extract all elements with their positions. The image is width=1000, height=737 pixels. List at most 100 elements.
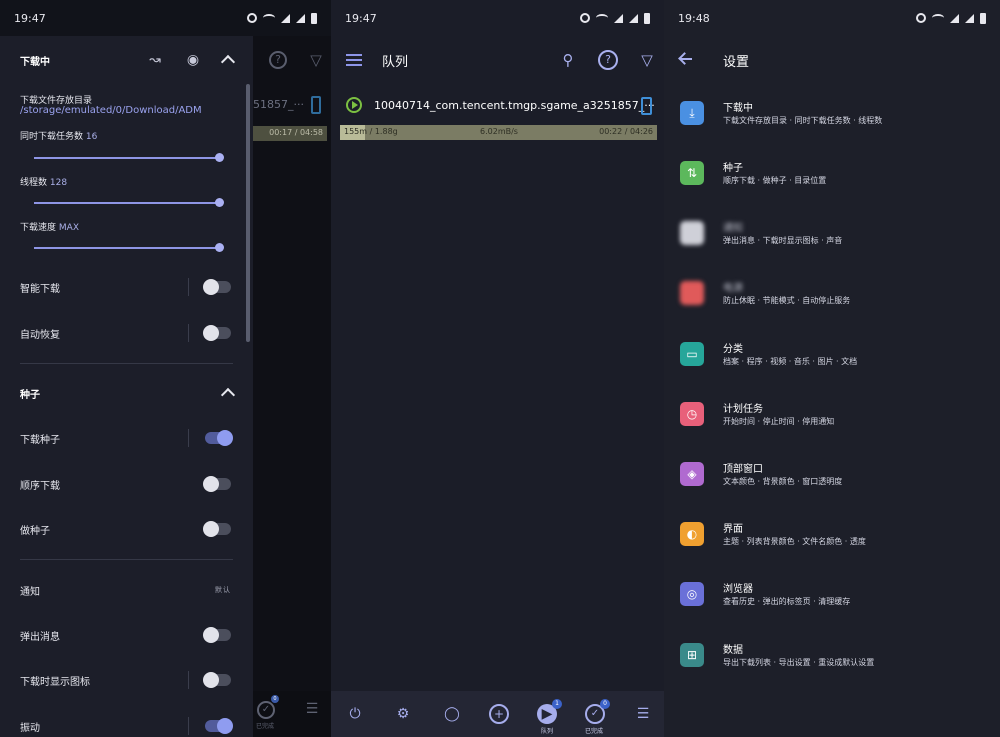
folder-icon: ▭ [680,342,704,366]
speed-slider[interactable] [34,243,224,252]
notify-row[interactable]: 通知 默认 [20,579,231,601]
storage-path[interactable]: /storage/emulated/0/Download/ADM [20,105,202,116]
play-icon[interactable] [346,97,362,113]
toggle-row-smart-download[interactable]: 智能下载 [20,276,231,298]
toggle-switch[interactable] [203,476,231,492]
section-title: 种子 [20,389,40,401]
signal-icon-2 [965,13,974,23]
settings-item-title: 计划任务 [723,404,763,415]
toggle-row-sequential[interactable]: 顺序下载 [20,473,231,495]
settings-item-subtitle: 开始时间 · 停止时间 · 停用通知 [723,417,835,426]
filter-icon: ▽ [310,51,322,69]
settings-item[interactable]: ◎ 浏览器 查看历史 · 弹出的标签页 · 清理缓存 [664,579,1000,639]
status-bar: 19:47 [0,0,331,36]
queue-item[interactable]: 10040714_com.tencent.tmgp.sgame_a3251857… [331,92,664,120]
queue-item-progress: 00:17 / 04:58 [253,126,327,141]
slider-knob[interactable] [215,153,224,162]
globe-icon: ◎ [680,582,704,606]
threads-text: 线程数 [20,178,48,188]
queue-badge: 1 [552,699,562,709]
toggle-row-vibrate[interactable]: 振动 [20,715,233,737]
toggle-switch[interactable] [203,521,231,537]
divider [188,429,189,447]
queue-item-name: 51857_··· [253,98,304,111]
settings-item[interactable]: 电源 防止休眠 · 节能模式 · 自动停止服务 [664,278,1000,338]
toggle-label: 下载时显示图标 [20,676,90,688]
add-icon[interactable]: + [489,704,509,724]
eye-icon[interactable]: ◉ [183,50,203,70]
slider-knob[interactable] [215,243,224,252]
settings-item[interactable]: ⤓ 下载中 下载文件存放目录 · 同时下载任务数 · 线程数 [664,98,1000,158]
concurrent-text: 同时下载任务数 [20,132,84,142]
settings-item-title: 通知 [723,223,743,234]
status-bar: 19:48 [664,0,1000,36]
section-header-download[interactable]: 下载中 ↝ ◉ [20,48,236,72]
toggle-switch[interactable] [205,430,233,446]
toggle-row-download-torrent[interactable]: 下载种子 [20,427,233,449]
toggle-switch[interactable] [203,325,231,341]
toggle-label: 弹出消息 [20,631,60,643]
chevron-up-icon[interactable] [220,54,236,70]
blurred-icon [680,221,704,245]
gear-icon[interactable]: ⚙ [393,704,413,724]
page-title: 设置 [723,54,750,70]
section-divider [20,363,233,364]
toggle-row-auto-resume[interactable]: 自动恢复 [20,322,231,344]
settings-item-subtitle: 弹出消息 · 下载时显示图标 · 声音 [723,236,843,245]
chart-icon[interactable]: ↝ [145,50,165,70]
toggle-label: 顺序下载 [20,480,60,492]
concurrent-slider[interactable] [34,153,224,162]
divider [188,324,189,342]
toggle-label: 做种子 [20,525,50,537]
power-icon[interactable]: ⏻ [345,704,365,724]
toggle-label: 振动 [20,722,40,734]
globe-icon[interactable]: ◯ [442,704,462,724]
concurrent-value: 16 [85,132,98,142]
queue-item-name: 10040714_com.tencent.tmgp.sgame_a3251857… [374,99,655,112]
settings-item-title: 下载中 [723,103,753,114]
completed-icon[interactable]: ✓ [257,701,275,719]
toggle-row-popup[interactable]: 弹出消息 [20,624,231,646]
settings-item[interactable]: ⊞ 数据 导出下载列表 · 导出设置 · 重设成默认设置 [664,640,1000,700]
toggle-switch[interactable] [203,672,231,688]
toggle-switch[interactable] [205,718,233,734]
toggle-knob [203,627,219,643]
settings-item[interactable]: ◷ 计划任务开始时间 · 停止时间 · 停用通知 [664,399,1000,459]
status-time: 19:47 [14,11,46,25]
wifi-icon [263,14,275,22]
search-icon[interactable]: ⚲ [558,50,578,70]
settings-item[interactable]: ▭ 分类 档案 · 程序 · 视频 · 音乐 · 图片 · 文档 [664,339,1000,399]
scrollbar[interactable] [246,84,250,342]
notify-label: 通知 [20,586,40,598]
menu-icon[interactable] [346,54,362,66]
queue-nav-label: 队列 [541,728,554,735]
settings-item[interactable]: ⇅ 种子 顺序下载 · 做种子 · 目录位置 [664,158,1000,218]
layers-icon: ◈ [680,462,704,486]
status-bar: 19:47 [331,0,664,36]
toggle-row-show-icon[interactable]: 下载时显示图标 [20,669,231,691]
toggle-switch[interactable] [203,627,231,643]
list-icon[interactable]: ☰ [303,701,321,719]
section-divider [20,559,233,560]
toggle-label: 下载种子 [20,434,60,446]
list-icon[interactable]: ☰ [633,704,653,724]
battery-icon [980,12,986,24]
back-arrow-icon[interactable] [680,58,692,60]
settings-item[interactable]: ◐ 界面 主题 · 列表背景颜色 · 文件名颜色 · 透度 [664,519,1000,579]
settings-item[interactable]: ◈ 顶部窗口 文本颜色 · 背景颜色 · 窗口透明度 [664,459,1000,519]
settings-item[interactable]: 通知弹出消息 · 下载时显示图标 · 声音 [664,218,1000,278]
help-icon[interactable]: ? [598,50,618,70]
toggle-knob [203,279,219,295]
queue-background-dimmed: ? ▽ 51857_··· 00:17 / 04:58 ✓ 0 已完成 ☰ [253,36,331,737]
slider-knob[interactable] [215,198,224,207]
filter-icon[interactable]: ▽ [637,50,657,70]
threads-slider[interactable] [34,198,224,207]
clock-icon: ◷ [680,402,704,426]
signal-icon-2 [629,13,638,23]
chevron-up-icon[interactable] [220,387,236,403]
speed-label: 下载速度 MAX [20,220,79,233]
settings-item-subtitle: 文本颜色 · 背景颜色 · 窗口透明度 [723,477,843,486]
section-header-torrent[interactable]: 种子 [20,381,236,405]
toggle-row-seed[interactable]: 做种子 [20,518,231,540]
toggle-switch[interactable] [203,279,231,295]
